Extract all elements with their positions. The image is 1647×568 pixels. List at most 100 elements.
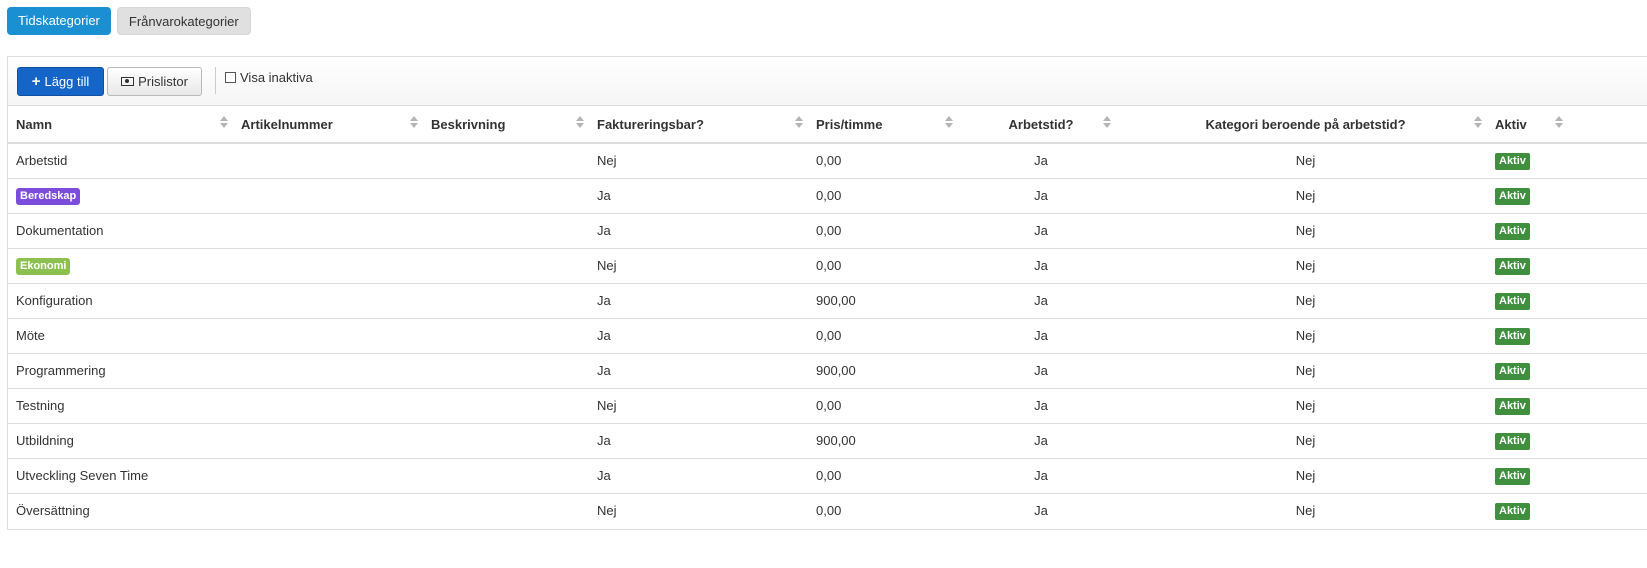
cell-billable-text: Ja: [597, 433, 611, 448]
category-tag: Ekonomi: [16, 257, 71, 275]
column-header-pris-timme[interactable]: Pris/timme: [808, 106, 958, 144]
show-inactive-toggle[interactable]: Visa inaktiva: [225, 70, 313, 85]
cell-name-text: Programmering: [16, 363, 106, 378]
cell-worktime: Ja: [958, 143, 1116, 179]
cell-name-text: Konfiguration: [16, 293, 93, 308]
cell-article-number: [233, 318, 423, 354]
cell-category-dependent-text: Nej: [1295, 293, 1316, 308]
status-badge: Aktiv: [1495, 467, 1530, 485]
sort-icon[interactable]: [1103, 116, 1112, 130]
cell-description: [423, 318, 589, 354]
column-header-label: Beskrivning: [431, 116, 506, 132]
cell-billable-text: Nej: [597, 503, 617, 519]
cell-price-per-hour-text: 0,00: [816, 223, 842, 238]
column-header-aktiv[interactable]: Aktiv: [1487, 106, 1568, 144]
table-row[interactable]: Beredskap Ja 0,00 Ja Nej Aktiv: [8, 178, 1647, 214]
cell-billable: Nej: [589, 388, 808, 424]
column-header-faktureringsbar[interactable]: Faktureringsbar?: [589, 106, 808, 144]
column-header-label: Artikelnummer: [241, 116, 333, 132]
cell-spacer: [1568, 248, 1647, 284]
cell-spacer: [1568, 178, 1647, 214]
cell-spacer: [1568, 353, 1647, 389]
status-badge: Aktiv: [1495, 292, 1530, 310]
cell-name-text: Utbildning: [16, 433, 74, 448]
column-header-label: Pris/timme: [816, 116, 883, 132]
sort-icon[interactable]: [576, 116, 585, 130]
tab-franvarokategorier[interactable]: Frånvarokategorier: [116, 7, 251, 35]
sort-icon[interactable]: [410, 116, 419, 130]
cell-article-number: [233, 493, 423, 528]
cell-category-dependent-text: Nej: [1295, 188, 1316, 203]
cell-worktime: Ja: [958, 178, 1116, 214]
table-row[interactable]: Testning Nej 0,00 Ja Nej Aktiv: [8, 388, 1647, 424]
sort-icon[interactable]: [945, 116, 954, 130]
cell-spacer: [1568, 388, 1647, 424]
cell-billable-text: Ja: [597, 188, 611, 203]
cell-name-text: Testning: [16, 398, 65, 413]
sort-icon[interactable]: [1555, 116, 1564, 130]
column-header-kategori-beroende[interactable]: Kategori beroende på arbetstid?: [1116, 106, 1487, 144]
cell-price-per-hour-text: 0,00: [816, 328, 842, 343]
cell-name: Testning: [8, 388, 233, 424]
table-row[interactable]: Programmering Ja 900,00 Ja Nej Aktiv: [8, 353, 1647, 389]
table-row[interactable]: Arbetstid Nej 0,00 Ja Nej Aktiv: [8, 143, 1647, 179]
column-header-label: Namn: [16, 116, 53, 132]
table-row[interactable]: Utbildning Ja 900,00 Ja Nej Aktiv: [8, 423, 1647, 459]
cell-worktime: Ja: [958, 353, 1116, 389]
cell-worktime: Ja: [958, 213, 1116, 249]
cell-name: Möte: [8, 318, 233, 354]
table-row[interactable]: Översättning Nej 0,00 Ja Nej Aktiv: [8, 493, 1647, 528]
column-header-artikelnummer[interactable]: Artikelnummer: [233, 106, 423, 144]
column-header-spacer: [1568, 106, 1647, 144]
status-badge: Aktiv: [1495, 327, 1530, 345]
cell-spacer: [1568, 493, 1647, 528]
column-header-label: Arbetstid?: [1008, 116, 1074, 132]
cell-billable: Ja: [589, 283, 808, 319]
column-header-namn[interactable]: Namn: [8, 106, 233, 144]
table-row[interactable]: Möte Ja 0,00 Ja Nej Aktiv: [8, 318, 1647, 354]
show-inactive-checkbox[interactable]: [225, 72, 236, 83]
table-row[interactable]: Dokumentation Ja 0,00 Ja Nej Aktiv: [8, 213, 1647, 249]
table-row[interactable]: Ekonomi Nej 0,00 Ja Nej Aktiv: [8, 248, 1647, 284]
cell-price-per-hour: 0,00: [808, 388, 958, 424]
cell-name-text: Dokumentation: [16, 223, 104, 238]
status-badge: Aktiv: [1495, 152, 1530, 170]
sort-icon[interactable]: [795, 116, 804, 130]
cell-billable-text: Ja: [597, 468, 611, 483]
cell-billable: Ja: [589, 353, 808, 389]
cell-active: Aktiv: [1487, 283, 1568, 319]
cell-worktime-text: Ja: [1034, 258, 1048, 273]
sort-icon[interactable]: [1474, 116, 1483, 130]
cell-worktime: Ja: [958, 318, 1116, 354]
cell-worktime: Ja: [958, 248, 1116, 284]
table-header-row: Namn Artikelnummer Beskrivning Faktureri…: [8, 106, 1647, 144]
cell-category-dependent-text: Nej: [1295, 398, 1316, 413]
cell-price-per-hour-text: 0,00: [816, 503, 842, 519]
add-button[interactable]: + Lägg till: [17, 67, 104, 96]
cell-worktime-text: Ja: [1034, 328, 1048, 343]
sort-icon[interactable]: [220, 116, 229, 130]
pricelists-button[interactable]: Prislistor: [107, 67, 202, 96]
cell-name-text: Utveckling Seven Time: [16, 468, 149, 483]
cell-category-dependent-text: Nej: [1295, 503, 1316, 519]
cell-active: Aktiv: [1487, 423, 1568, 459]
cell-active: Aktiv: [1487, 493, 1568, 528]
column-header-beskrivning[interactable]: Beskrivning: [423, 106, 589, 144]
cell-name-text: Möte: [16, 328, 45, 343]
tab-tidskategorier[interactable]: Tidskategorier: [7, 7, 111, 35]
pricelists-button-label: Prislistor: [138, 74, 188, 89]
status-badge: Aktiv: [1495, 222, 1530, 240]
table-row[interactable]: Konfiguration Ja 900,00 Ja Nej Aktiv: [8, 283, 1647, 319]
cell-spacer: [1568, 213, 1647, 249]
add-button-label: Lägg till: [44, 74, 90, 89]
cell-price-per-hour: 0,00: [808, 248, 958, 284]
cell-category-dependent: Nej: [1116, 353, 1487, 389]
table-row[interactable]: Utveckling Seven Time Ja 0,00 Ja Nej Aktiv: [8, 458, 1647, 494]
column-header-label: Aktiv: [1495, 116, 1527, 132]
cell-active: Aktiv: [1487, 248, 1568, 284]
cell-active: Aktiv: [1487, 318, 1568, 354]
cell-price-per-hour-text: 900,00: [816, 293, 856, 308]
cell-name: Utveckling Seven Time: [8, 458, 233, 494]
column-header-arbetstid[interactable]: Arbetstid?: [958, 106, 1116, 144]
cell-category-dependent-text: Nej: [1295, 223, 1316, 238]
